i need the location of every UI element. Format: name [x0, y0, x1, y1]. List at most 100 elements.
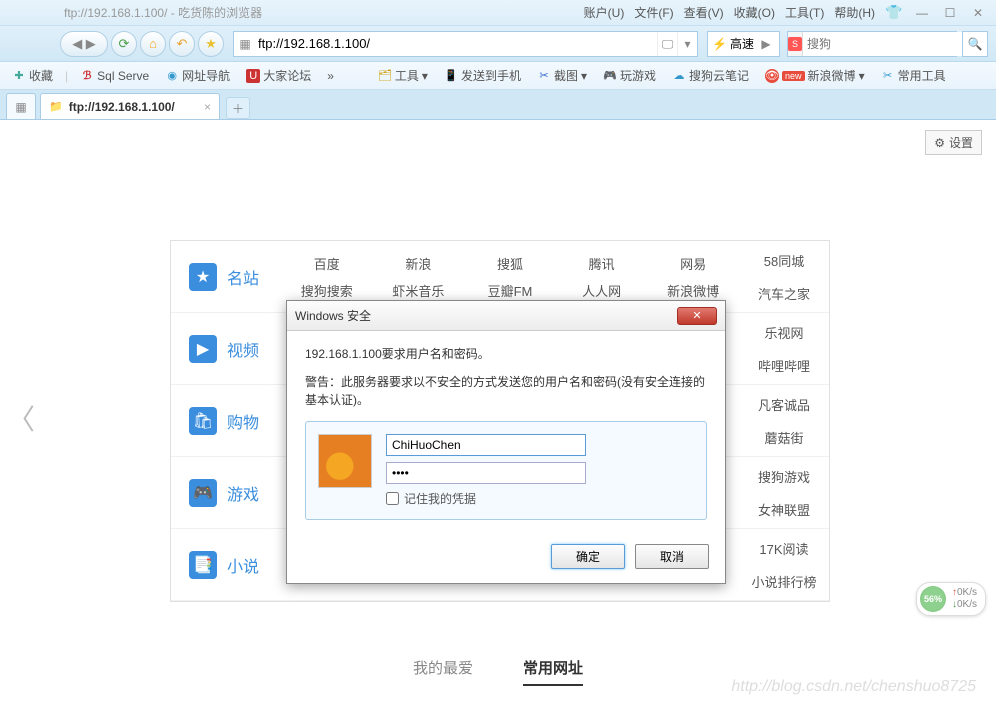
dialog-cancel-button[interactable]: 取消	[635, 544, 709, 569]
sogou-icon: S	[788, 37, 802, 51]
nav-toolbar: ◀ ▶ ⟳ ⌂ ↶ ★ ▦ 🖵 ▾ ⚡ 高速 ▶ S 🔍	[0, 26, 996, 62]
site-link[interactable]: 搜狗游戏	[739, 463, 829, 490]
undo-button[interactable]: ↶	[169, 31, 195, 57]
search-engine-selector[interactable]: S	[788, 32, 803, 56]
compat-icon[interactable]: 🖵	[657, 32, 677, 56]
menu-view[interactable]: 查看(V)	[684, 4, 724, 21]
dropdown-icon[interactable]: ▾	[677, 32, 697, 56]
footer-tab-fav[interactable]: 我的最爱	[413, 657, 473, 686]
speed-percent: 56%	[920, 586, 946, 612]
category-name: 小说	[227, 553, 259, 577]
skin-icon[interactable]: 👕	[882, 3, 906, 23]
site-link[interactable]: 哔哩哔哩	[739, 352, 829, 379]
category-icon: 🛍	[189, 407, 217, 435]
auth-dialog: Windows 安全 ✕ 192.168.1.100要求用户名和密码。 警告：此…	[286, 300, 726, 584]
menu-favorites[interactable]: 收藏(O)	[734, 4, 775, 21]
menu-tools[interactable]: 工具(T)	[785, 4, 824, 21]
bookmark-forum[interactable]: U大家论坛	[242, 65, 315, 86]
watermark: http://blog.csdn.net/chenshuo8725	[731, 678, 976, 696]
tool-cloudnote[interactable]: ☁搜狗云笔记	[668, 65, 753, 86]
site-link[interactable]: 乐视网	[739, 319, 829, 346]
menu-file[interactable]: 文件(F)	[634, 4, 673, 21]
category-icon: 🎮	[189, 479, 217, 507]
category-name: 视频	[227, 337, 259, 361]
dialog-close-button[interactable]: ✕	[677, 307, 717, 325]
site-link[interactable]: 17K阅读	[739, 535, 829, 562]
site-link[interactable]: 小说排行榜	[739, 568, 829, 595]
site-link[interactable]: 网易	[647, 250, 739, 277]
site-link[interactable]: 新浪	[373, 250, 465, 277]
tool-games[interactable]: 🎮玩游戏	[599, 65, 660, 86]
refresh-button[interactable]: ⟳	[111, 31, 137, 57]
new-tab-button[interactable]: ＋	[226, 97, 250, 119]
tab-favicon: 📁	[49, 100, 63, 113]
address-input[interactable]	[256, 36, 657, 51]
speed-widget[interactable]: 56% 0K/s 0K/s	[916, 582, 986, 616]
category-side: 58同城汽车之家	[739, 247, 829, 307]
remember-checkbox-label[interactable]: 记住我的凭据	[386, 490, 694, 507]
go-button[interactable]: ▶	[757, 37, 775, 51]
category-header[interactable]: ★名站	[171, 263, 281, 291]
menu-account[interactable]: 账户(U)	[584, 4, 625, 21]
search-input[interactable]	[803, 32, 966, 56]
gear-icon: ⚙	[934, 136, 945, 150]
category-side: 乐视网哔哩哔哩	[739, 319, 829, 379]
menu-help[interactable]: 帮助(H)	[834, 4, 875, 21]
password-input[interactable]	[386, 462, 586, 484]
tool-screenshot[interactable]: ✂截图 ▾	[533, 65, 591, 86]
tab-active[interactable]: 📁 ftp://192.168.1.100/ ×	[40, 93, 220, 119]
username-input[interactable]	[386, 434, 586, 456]
search-button[interactable]: 🔍	[962, 31, 988, 57]
site-link[interactable]: 百度	[281, 250, 373, 277]
site-link[interactable]: 腾讯	[556, 250, 648, 277]
site-link[interactable]: 汽车之家	[739, 280, 829, 307]
site-link[interactable]: 凡客诚品	[739, 391, 829, 418]
close-button[interactable]: ✕	[966, 3, 990, 23]
tab-close-button[interactable]: ×	[204, 100, 211, 114]
address-bar: ▦ 🖵 ▾	[233, 31, 698, 57]
footer-tab-common[interactable]: 常用网址	[523, 657, 583, 686]
add-favorite[interactable]: ✚收藏	[8, 65, 57, 86]
minimize-button[interactable]: —	[910, 3, 934, 23]
tab-home-button[interactable]: ▦	[6, 93, 36, 119]
credentials-box: 记住我的凭据	[305, 421, 707, 520]
dialog-body: 192.168.1.100要求用户名和密码。 警告：此服务器要求以不安全的方式发…	[287, 331, 725, 534]
site-link[interactable]: 女神联盟	[739, 496, 829, 523]
category-links: 百度新浪搜狐腾讯网易搜狗搜索虾米音乐豆瓣FM人人网新浪微博	[281, 250, 739, 304]
speed-label: 高速	[730, 35, 754, 52]
bookmark-more[interactable]: »	[323, 67, 338, 85]
speed-icon: ⚡	[712, 37, 727, 51]
speed-mode[interactable]: ⚡ 高速 ▶	[707, 31, 780, 57]
category-name: 游戏	[227, 481, 259, 505]
category-header[interactable]: ▶ 视频	[171, 335, 281, 363]
dialog-ok-button[interactable]: 确定	[551, 544, 625, 569]
maximize-button[interactable]: ☐	[938, 3, 962, 23]
tool-weibo[interactable]: 👁new新浪微博 ▾	[761, 65, 869, 86]
category-header[interactable]: 🛍购物	[171, 407, 281, 435]
category-header[interactable]: 📑 小说	[171, 551, 281, 579]
title-bar: ftp://192.168.1.100/ - 吃货陈的浏览器 账户(U) 文件(…	[0, 0, 996, 26]
tool-common[interactable]: ✂常用工具	[877, 65, 950, 86]
back-forward-button[interactable]: ◀ ▶	[60, 31, 108, 57]
site-link[interactable]: 搜狐	[464, 250, 556, 277]
site-link[interactable]: 58同城	[739, 247, 829, 274]
category-icon: 📑	[189, 551, 217, 579]
settings-button[interactable]: ⚙设置	[925, 130, 982, 155]
dialog-message-2: 警告：此服务器要求以不安全的方式发送您的用户名和密码(没有安全连接的基本认证)。	[305, 373, 707, 409]
tab-bar: ▦ 📁 ftp://192.168.1.100/ × ＋	[0, 90, 996, 120]
tool-toolbox[interactable]: 🗂工具 ▾	[374, 65, 432, 86]
tool-send-phone[interactable]: 📱发送到手机	[440, 65, 525, 86]
bookmark-bar: ✚收藏 | ℬSql Serve ◉网址导航 U大家论坛 » 🗂工具 ▾ 📱发送…	[0, 62, 996, 90]
category-header[interactable]: 🎮 游戏	[171, 479, 281, 507]
dialog-message-1: 192.168.1.100要求用户名和密码。	[305, 345, 707, 363]
window-title: ftp://192.168.1.100/ - 吃货陈的浏览器	[64, 4, 262, 21]
home-button[interactable]: ⌂	[140, 31, 166, 57]
remember-checkbox[interactable]	[386, 492, 399, 505]
site-link[interactable]: 蘑菇街	[739, 424, 829, 451]
carousel-prev[interactable]: 〈	[6, 388, 36, 448]
bookmark-nav[interactable]: ◉网址导航	[161, 65, 234, 86]
favorite-button[interactable]: ★	[198, 31, 224, 57]
category-icon: ▶	[189, 335, 217, 363]
bookmark-sqlserve[interactable]: ℬSql Serve	[76, 67, 153, 85]
tab-title: ftp://192.168.1.100/	[69, 100, 198, 114]
